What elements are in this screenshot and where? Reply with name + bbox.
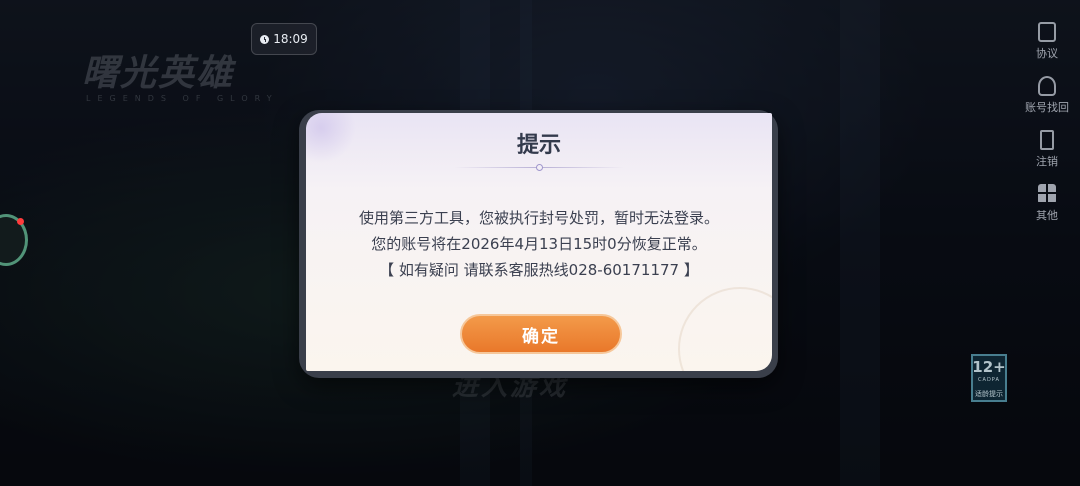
logout-icon (1040, 130, 1054, 150)
age-rating-value: 12+ (972, 358, 1006, 376)
menu-item-other[interactable]: 其他 (1014, 184, 1080, 238)
menu-item-logout[interactable]: 注销 (1014, 130, 1080, 184)
age-rating-org: CADPA (978, 377, 1000, 383)
dialog-title: 提示 (516, 133, 561, 158)
confirm-button[interactable]: 确定 (460, 314, 622, 354)
agreement-icon (1038, 22, 1056, 42)
right-menu: 协议 账号找回 注销 其他 (1014, 22, 1080, 238)
menu-item-agreement[interactable]: 协议 (1014, 22, 1080, 76)
message-line: 您的账号将在2026年4月13日15时0分恢复正常。 (371, 235, 707, 253)
menu-item-label: 账号找回 (1025, 101, 1069, 114)
menu-item-label: 协议 (1036, 47, 1058, 60)
time-text: 18:09 (273, 32, 308, 46)
message-line: 使用第三方工具，您被执行封号处罚，暂时无法登录。 (358, 209, 719, 227)
clock-icon (260, 34, 270, 44)
game-login-screen: 曙光英雄 LEGENDS OF GLORY 进入游戏 18:09 协议 账号找回… (0, 0, 1080, 486)
time-chip: 18:09 (251, 23, 317, 55)
account-recovery-icon (1038, 76, 1056, 96)
menu-item-account-recovery[interactable]: 账号找回 (1014, 76, 1080, 130)
age-rating-label: 适龄提示 (975, 390, 1003, 398)
menu-item-label: 注销 (1036, 155, 1058, 168)
dialog-message: 使用第三方工具，您被执行封号处罚，暂时无法登录。 您的账号将在2026年4月13… (306, 205, 772, 283)
age-rating-badge[interactable]: 12+ CADPA 适龄提示 (971, 354, 1007, 402)
alert-dialog: 提示 使用第三方工具，您被执行封号处罚，暂时无法登录。 您的账号将在2026年4… (306, 113, 772, 371)
message-line: 【 如有疑问 请联系客服热线028-60171177 】 (379, 261, 699, 279)
divider-ornament (536, 164, 543, 171)
notification-dot (17, 218, 24, 225)
menu-item-label: 其他 (1036, 209, 1058, 222)
grid-icon (1038, 184, 1056, 204)
